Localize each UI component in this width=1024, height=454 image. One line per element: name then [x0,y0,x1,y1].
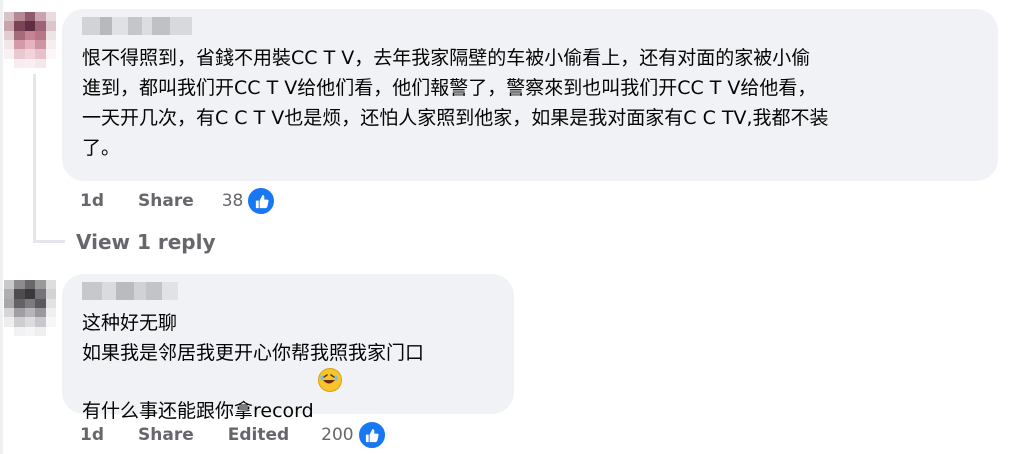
avatar[interactable] [4,280,56,336]
comment-actions: 1d Share 38 [80,186,277,216]
reaction-summary[interactable]: 38 [222,186,277,216]
edited-label[interactable]: Edited [228,425,289,445]
share-button[interactable]: Share [138,191,194,211]
rolling-on-floor-laughing-emoji [317,368,342,392]
reaction-summary[interactable]: 200 [321,420,387,450]
avatar[interactable] [4,12,56,68]
like-icon [246,186,277,216]
thread-connector [33,74,36,242]
comment-bubble: 恨不得照到，省錢不用裝CC T V，去年我家隔壁的车被小偷看上，还有对面的家被小… [62,9,998,181]
timestamp-link[interactable]: 1d [80,425,104,445]
reply-text: 这种好无聊 如果我是邻居我更开心你帮我照我家门口 有什么事还能跟你拿record [82,308,494,426]
view-replies-label: View 1 reply [76,230,216,254]
comment-text: 恨不得照到，省錢不用裝CC T V，去年我家隔壁的车被小偷看上，还有对面的家被小… [82,47,829,159]
thread-connector [33,240,65,243]
view-replies-link[interactable]: View 1 reply [76,230,216,254]
reaction-count: 38 [221,191,244,211]
share-button[interactable]: Share [138,425,194,445]
author-name-blurred[interactable] [82,282,178,300]
timestamp-link[interactable]: 1d [80,191,104,211]
reply-bubble: 这种好无聊 如果我是邻居我更开心你帮我照我家门口 有什么事还能跟你拿record [62,274,514,422]
thread-connector-outer [0,0,3,454]
like-icon [356,420,387,450]
reply-text-content: 这种好无聊 如果我是邻居我更开心你帮我照我家门口 有什么事还能跟你拿record [82,312,425,422]
reaction-count: 200 [321,425,354,445]
author-name-blurred[interactable] [82,17,192,35]
reply-actions: 1d Share Edited 200 [80,420,387,450]
